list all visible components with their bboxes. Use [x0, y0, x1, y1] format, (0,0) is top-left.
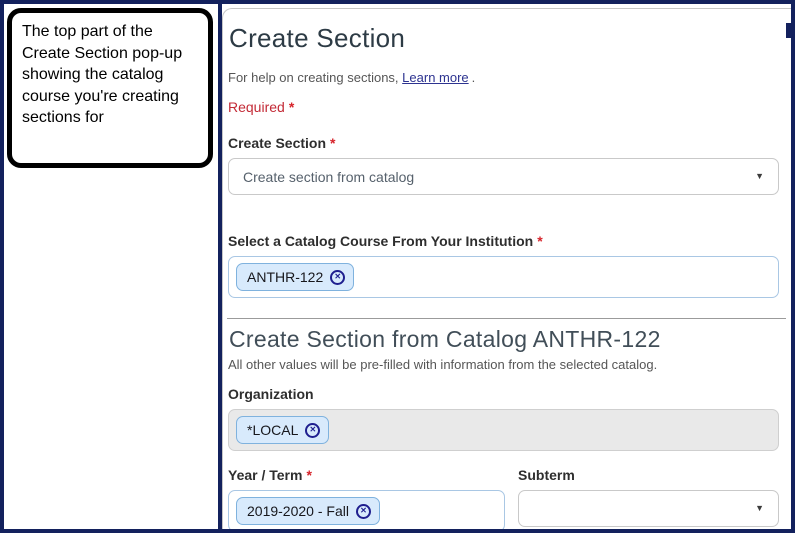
remove-chip-icon[interactable]: ✕	[305, 423, 320, 438]
scrollbar-thumb[interactable]	[786, 23, 791, 38]
create-section-select[interactable]: Create section from catalog ▼	[228, 158, 779, 195]
catalog-course-chip: ANTHR-122 ✕	[236, 263, 354, 291]
chevron-down-icon: ▼	[755, 172, 764, 181]
required-asterisk-icon: *	[330, 135, 335, 151]
page-title: Create Section	[229, 23, 779, 54]
form-panel: Create Section For help on creating sect…	[222, 8, 791, 529]
remove-chip-icon[interactable]: ✕	[330, 270, 345, 285]
chip-label: *LOCAL	[247, 422, 298, 438]
chevron-down-icon: ▼	[755, 504, 764, 513]
create-section-label: Create Section*	[228, 135, 779, 151]
term-row: Year / Term* 2019-2020 - Fall ✕ Subterm …	[228, 467, 779, 532]
annotation-callout: The top part of the Create Section pop-u…	[7, 8, 213, 168]
organization-chip: *LOCAL ✕	[236, 416, 329, 444]
subterm-label: Subterm	[518, 467, 779, 483]
section-divider	[227, 318, 786, 319]
catalog-course-label: Select a Catalog Course From Your Instit…	[228, 233, 779, 249]
required-label: Required	[228, 99, 285, 115]
year-term-label: Year / Term*	[228, 467, 505, 483]
help-text: For help on creating sections, Learn mor…	[228, 70, 779, 85]
learn-more-link[interactable]: Learn more	[402, 70, 468, 85]
remove-chip-icon[interactable]: ✕	[356, 504, 371, 519]
help-suffix: .	[472, 70, 476, 85]
organization-input: *LOCAL ✕	[228, 409, 779, 451]
annotation-pane: The top part of the Create Section pop-u…	[4, 4, 218, 529]
required-asterisk-icon: *	[289, 99, 294, 115]
catalog-course-input[interactable]: ANTHR-122 ✕	[228, 256, 779, 298]
catalog-section-heading: Create Section from Catalog ANTHR-122	[229, 326, 779, 353]
annotation-text: The top part of the Create Section pop-u…	[22, 23, 182, 126]
required-asterisk-icon: *	[306, 467, 311, 483]
required-note: Required*	[228, 99, 779, 115]
year-term-input[interactable]: 2019-2020 - Fall ✕	[228, 490, 505, 532]
year-term-chip: 2019-2020 - Fall ✕	[236, 497, 380, 525]
create-section-selected-value: Create section from catalog	[243, 169, 414, 185]
form-pane: Create Section For help on creating sect…	[222, 4, 791, 529]
help-prefix: For help on creating sections,	[228, 70, 399, 85]
chip-label: ANTHR-122	[247, 269, 323, 285]
year-term-column: Year / Term* 2019-2020 - Fall ✕	[228, 467, 505, 532]
catalog-section-subtext: All other values will be pre-filled with…	[228, 357, 779, 372]
subterm-column: Subterm ▼	[518, 467, 779, 532]
chip-label: 2019-2020 - Fall	[247, 503, 349, 519]
create-section-popup: The top part of the Create Section pop-u…	[0, 0, 795, 533]
organization-label: Organization	[228, 386, 779, 402]
required-asterisk-icon: *	[537, 233, 542, 249]
subterm-select[interactable]: ▼	[518, 490, 779, 527]
